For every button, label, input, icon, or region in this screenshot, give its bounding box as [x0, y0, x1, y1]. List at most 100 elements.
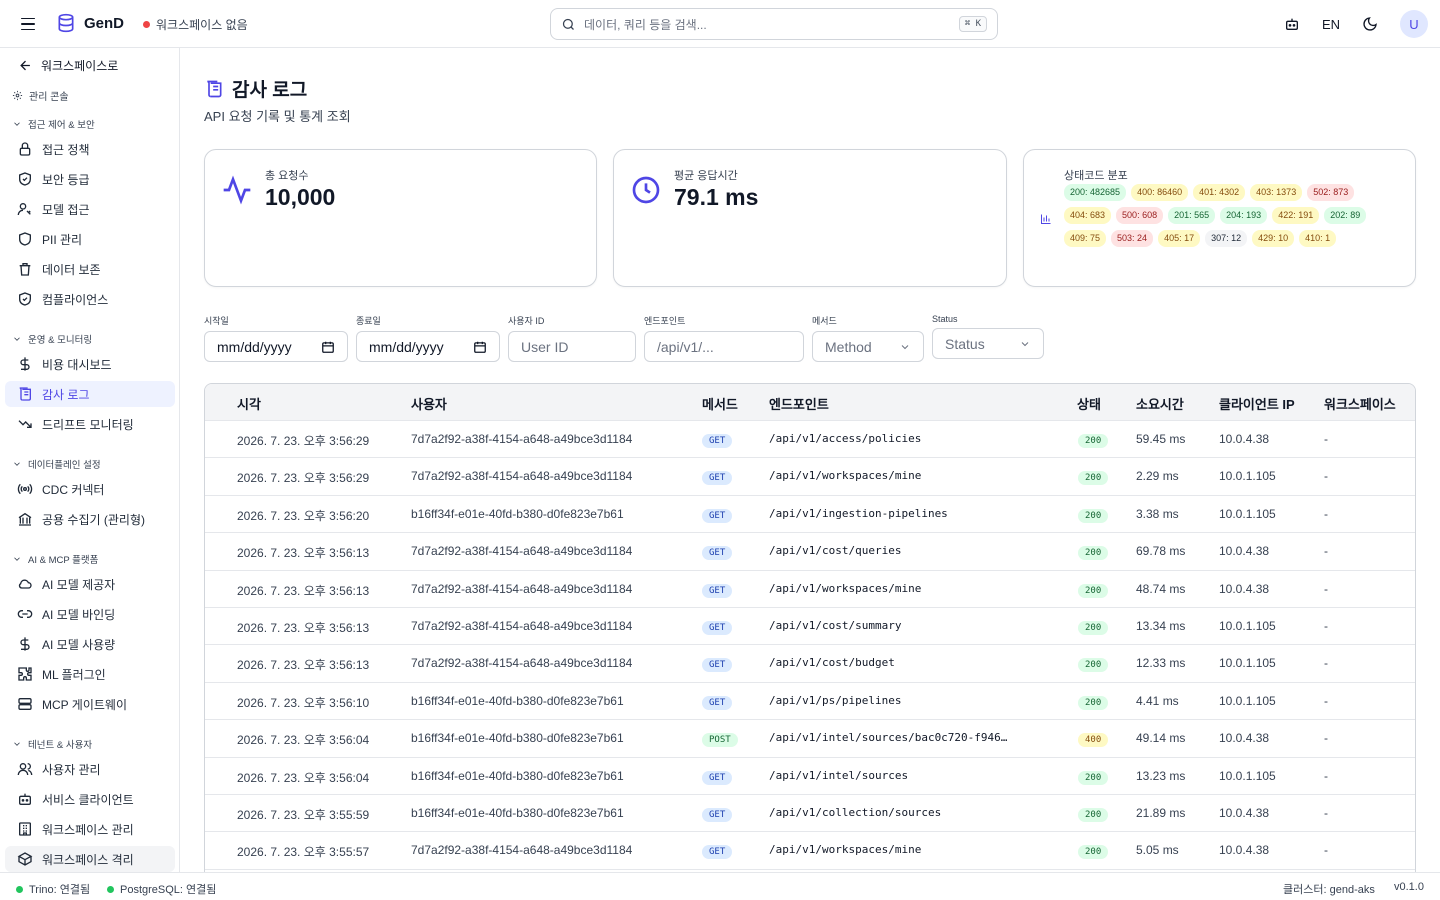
- user-id-input[interactable]: User ID: [508, 331, 636, 362]
- status-badge: 200: [1078, 695, 1109, 710]
- table-row[interactable]: 2026. 7. 23. 오후 3:55:59 b16ff34f-e01e-40f…: [205, 795, 1415, 833]
- sidebar-item-access-policy[interactable]: 접근 정책: [5, 136, 175, 162]
- sidebar-item-security-level[interactable]: 보안 등급: [5, 166, 175, 192]
- hamburger-menu-icon[interactable]: [18, 14, 38, 34]
- workspace-status-label: 워크스페이스 없음: [156, 18, 248, 32]
- sidebar-item-label: CDC 커넥터: [42, 482, 105, 497]
- table-row[interactable]: 2026. 7. 23. 오후 3:56:13 7d7a2f92-a38f-415…: [205, 645, 1415, 683]
- sidebar-item-cdc-connector[interactable]: CDC 커넥터: [5, 476, 175, 502]
- sidebar-item-shared-collector[interactable]: 공용 수집기 (관리형): [5, 506, 175, 532]
- sidebar-item-audit-log[interactable]: 감사 로그: [5, 381, 175, 407]
- moon-icon[interactable]: [1358, 12, 1382, 36]
- sidebar-item-ai-usage[interactable]: AI 모델 사용량: [5, 631, 175, 657]
- sidebar-item-ai-provider[interactable]: AI 모델 제공자: [5, 571, 175, 597]
- sidebar-item-model-access[interactable]: 모델 접근: [5, 196, 175, 222]
- nav-group-tenant-users[interactable]: 테넌트 & 사용자: [12, 737, 92, 751]
- table-row[interactable]: 2026. 7. 23. 오후 3:56:10 b16ff34f-e01e-40f…: [205, 682, 1415, 721]
- column-header-endpoint[interactable]: 엔드포인트: [769, 394, 829, 413]
- table-row[interactable]: 2026. 7. 23. 오후 3:56:13 7d7a2f92-a38f-415…: [205, 533, 1415, 571]
- sidebar-item-label: ML 플러그인: [42, 667, 106, 682]
- method-select[interactable]: Method: [812, 331, 924, 362]
- cell-workspace: -: [1324, 768, 1328, 783]
- connected-dot-icon: [107, 885, 114, 893]
- cell-endpoint: /api/v1/workspaces/mine: [769, 843, 922, 857]
- sidebar-item-workspace-isolation[interactable]: 워크스페이스 격리: [5, 846, 175, 872]
- back-label: 워크스페이스로: [41, 58, 119, 73]
- table-row[interactable]: 2026. 7. 23. 오후 3:56:04 b16ff34f-e01e-40f…: [205, 757, 1415, 795]
- method-badge: GET: [702, 471, 733, 486]
- table-row[interactable]: 2026. 7. 23. 오후 3:56:20 b16ff34f-e01e-40f…: [205, 495, 1415, 534]
- cell-duration: 69.78 ms: [1136, 544, 1186, 559]
- cell-user: 7d7a2f92-a38f-4154-a648-a49bce3d1184: [411, 656, 633, 671]
- status-badge: 200: [1078, 508, 1109, 523]
- calendar-icon[interactable]: [473, 340, 487, 354]
- status-code-badge: 409: 75: [1064, 230, 1107, 247]
- main-content: 감사 로그 API 요청 기록 및 통계 조회 총 요청수 10,000 평균 …: [180, 48, 1440, 872]
- cell-time: 2026. 7. 23. 오후 3:56:04: [237, 770, 370, 785]
- server-icon: [17, 696, 33, 712]
- column-header-status[interactable]: 상태: [1077, 394, 1101, 413]
- app-logo[interactable]: GenD: [56, 13, 124, 33]
- sidebar-item-label: 접근 정책: [42, 142, 90, 157]
- column-header-duration[interactable]: 소요시간: [1136, 394, 1184, 413]
- method-badge: POST: [702, 733, 738, 748]
- sidebar-item-ml-plugin[interactable]: ML 플러그인: [5, 661, 175, 687]
- nav-group-dataplane[interactable]: 데이터플레인 설정: [12, 457, 101, 471]
- global-search-input[interactable]: 데이터, 쿼리 등을 검색... ⌘ K: [550, 8, 998, 40]
- calendar-icon[interactable]: [321, 340, 335, 354]
- nav-group-label: 접근 제어 & 보안: [28, 120, 95, 131]
- column-header-method[interactable]: 메서드: [702, 394, 738, 413]
- sidebar-item-service-client[interactable]: 서비스 클라이언트: [5, 786, 175, 812]
- cell-endpoint: /api/v1/workspaces/mine: [769, 581, 922, 595]
- chevron-down-icon: [1021, 341, 1029, 346]
- table-row[interactable]: 2026. 7. 23. 오후 3:56:29 7d7a2f92-a38f-415…: [205, 458, 1415, 496]
- back-to-workspace-link[interactable]: 워크스페이스로: [18, 56, 118, 74]
- cell-endpoint: /api/v1/workspaces/mine: [769, 469, 922, 483]
- sidebar-item-mcp-gateway[interactable]: MCP 게이트웨이: [5, 691, 175, 717]
- user-avatar[interactable]: U: [1400, 10, 1428, 38]
- table-row[interactable]: 2026. 7. 23. 오후 3:56:29 7d7a2f92-a38f-415…: [205, 421, 1415, 459]
- table-row[interactable]: 2026. 7. 23. 오후 3:56:13 7d7a2f92-a38f-415…: [205, 608, 1415, 646]
- column-header-client-ip[interactable]: 클라이언트 IP: [1219, 394, 1295, 413]
- sidebar-item-data-retention[interactable]: 데이터 보존: [5, 256, 175, 282]
- nav-group-ai-mcp[interactable]: AI & MCP 플랫폼: [12, 552, 98, 566]
- sidebar-item-pii[interactable]: PII 관리: [5, 226, 175, 252]
- endpoint-input[interactable]: /api/v1/...: [644, 331, 804, 362]
- column-header-time[interactable]: 시각: [237, 394, 261, 413]
- sidebar-item-workspace-management[interactable]: 워크스페이스 관리: [5, 816, 175, 842]
- status-code-card: 상태코드 분포 200: 482685 400: 86460 401: 4302 40…: [1023, 149, 1416, 287]
- workspace-status[interactable]: 워크스페이스 없음: [143, 16, 248, 33]
- start-date-filter: 시작일 mm/dd/yyyy: [204, 314, 348, 362]
- language-toggle[interactable]: EN: [1322, 17, 1340, 32]
- end-date-filter: 종료일 mm/dd/yyyy: [356, 314, 500, 362]
- bank-icon: [17, 511, 33, 527]
- box-icon: [17, 851, 33, 867]
- status-badge: 200: [1078, 471, 1109, 486]
- table-row[interactable]: 2026. 7. 23. 오후 3:56:13 7d7a2f92-a38f-415…: [205, 570, 1415, 608]
- cell-user: b16ff34f-e01e-40fd-b380-d0fe823e7b61: [411, 693, 624, 708]
- status-code-badge: 401: 4302: [1193, 184, 1246, 201]
- table-row[interactable]: 2026. 7. 23. 오후 3:55:57 7d7a2f92-a38f-415…: [205, 832, 1415, 870]
- column-header-workspace[interactable]: 워크스페이스: [1324, 394, 1396, 413]
- start-date-input[interactable]: mm/dd/yyyy: [204, 331, 348, 362]
- end-date-input[interactable]: mm/dd/yyyy: [356, 331, 500, 362]
- column-header-user[interactable]: 사용자: [411, 394, 447, 413]
- status-filter: Status Status: [932, 314, 1044, 359]
- scroll-icon: [207, 80, 222, 97]
- nav-group-access-control[interactable]: 접근 제어 & 보안: [12, 117, 95, 131]
- status-code-badge: 400: 86460: [1131, 184, 1189, 201]
- status-badge: 200: [1078, 583, 1109, 598]
- bot-icon[interactable]: [1280, 12, 1304, 36]
- status-badge: 200: [1078, 770, 1109, 785]
- sidebar-item-user-management[interactable]: 사용자 관리: [5, 756, 175, 782]
- status-select[interactable]: Status: [932, 328, 1044, 359]
- sidebar-item-cost-dashboard[interactable]: 비용 대시보드: [5, 351, 175, 377]
- status-badge: 200: [1078, 434, 1109, 448]
- top-bar: GenD 워크스페이스 없음 데이터, 쿼리 등을 검색... ⌘ K EN U: [0, 0, 1440, 48]
- cell-duration: 12.33 ms: [1136, 656, 1186, 671]
- nav-group-operations[interactable]: 운영 & 모니터링: [12, 332, 92, 346]
- sidebar-item-compliance[interactable]: 컴플라이언스: [5, 286, 175, 312]
- sidebar-item-ai-binding[interactable]: AI 모델 바인딩: [5, 601, 175, 627]
- sidebar-item-drift-monitoring[interactable]: 드리프트 모니터링: [5, 411, 175, 437]
- table-row[interactable]: 2026. 7. 23. 오후 3:56:04 b16ff34f-e01e-40f…: [205, 720, 1415, 758]
